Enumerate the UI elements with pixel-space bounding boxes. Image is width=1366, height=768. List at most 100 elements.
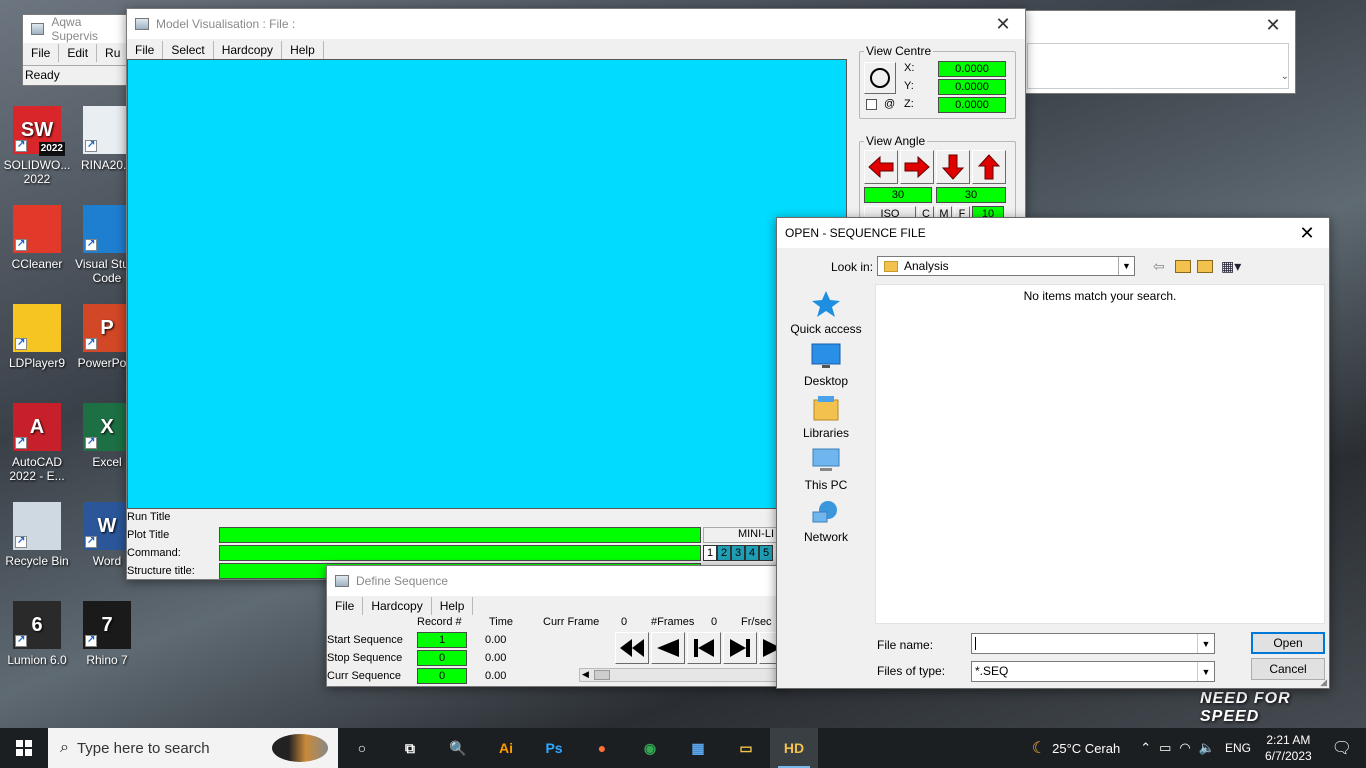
sequence-record-field[interactable]: 1 [417,632,467,648]
hockey-doodle-icon[interactable] [272,734,328,762]
rotate-left-arrow-icon[interactable] [864,150,898,184]
rotate-up-arrow-icon[interactable] [972,150,1006,184]
rewind-icon[interactable] [615,632,649,664]
photoshop-icon[interactable]: Ps [530,728,578,768]
up-folder-icon[interactable] [1175,260,1191,273]
sequence-titlebar[interactable]: Define Sequence [327,566,785,596]
menu-ru[interactable]: Ru [97,44,130,62]
frame-scrollbar[interactable]: ◀ [579,668,785,682]
define-sequence-window: Define Sequence File Hardcopy Help Record … [326,565,786,687]
x-value[interactable]: 0.0000 [938,61,1006,77]
close-icon[interactable]: ✕ [1285,218,1329,248]
weather-text[interactable]: 25°C Cerah [1052,741,1120,756]
menu-help[interactable]: Help [432,597,474,615]
file-type-select[interactable]: *.SEQ ▼ [971,661,1215,682]
place-label: Desktop [803,374,849,388]
back-arrow-icon[interactable]: ⇦ [1153,258,1165,275]
desktop-icon-lumion[interactable]: 6 Lumion 6.0 [0,601,74,667]
search-app-icon[interactable]: 🔍 [434,728,482,768]
volume-icon[interactable]: 🔈 [1199,740,1215,756]
scroll-thumb[interactable] [594,670,610,680]
menu-help[interactable]: Help [282,41,324,59]
command-field[interactable] [219,545,701,561]
file-explorer-icon[interactable]: ▭ [722,728,770,768]
menu-file[interactable]: File [127,41,164,59]
chrome-icon[interactable]: ◉ [626,728,674,768]
sequence-record-field[interactable]: 0 [417,650,467,666]
this-pc-icon [810,446,842,474]
desktop-icon-solidworks[interactable]: SW2022SOLIDWO... 2022 [0,106,74,186]
view-menu-icon[interactable]: ▦▾ [1221,258,1241,275]
desktop-icon-ccleaner[interactable]: CCleaner [0,205,74,271]
menu-file[interactable]: File [327,597,364,615]
window-title: Model Visualisation : File : [156,17,296,31]
place-network[interactable]: Network [786,498,866,544]
y-value[interactable]: 0.0000 [938,79,1006,95]
mini-tab-2[interactable]: 2 [717,545,731,561]
mini-tab-1[interactable]: 1 [703,545,717,561]
step-back-icon[interactable] [687,632,721,664]
scroll-left-icon[interactable]: ◀ [582,669,589,680]
menu-select[interactable]: Select [163,41,214,59]
chevron-down-icon[interactable]: ▼ [1118,257,1134,275]
cortana-icon[interactable]: ○ [338,728,386,768]
rotate-down-arrow-icon[interactable] [936,150,970,184]
model-titlebar[interactable]: Model Visualisation : File : [127,9,1025,39]
windows-start-icon[interactable] [0,728,48,768]
illustrator-icon[interactable]: Ai [482,728,530,768]
place-libraries[interactable]: Libraries [786,394,866,440]
look-in-select[interactable]: Analysis ▼ [877,256,1135,276]
mini-tab-3[interactable]: 3 [731,545,745,561]
taskbar-search-box[interactable]: ⌕ Type here to search [48,728,338,768]
chevron-down-icon[interactable]: ▼ [1197,662,1214,681]
store-icon[interactable]: ▦ [674,728,722,768]
desktop-icon-label: CCleaner [11,257,63,271]
desktop-icon-autocad[interactable]: A AutoCAD 2022 - E... [0,403,74,483]
close-icon[interactable]: ✕ [981,9,1025,39]
chevron-down-icon[interactable]: ▼ [1197,634,1214,653]
libraries-icon [810,394,842,422]
menu-hardcopy[interactable]: Hardcopy [214,41,283,59]
desktop-icon-rhino[interactable]: 7 Rhino 7 [70,601,144,667]
sequence-record-field[interactable]: 0 [417,668,467,684]
mini-tab-4[interactable]: 4 [745,545,759,561]
angle-value-2[interactable]: 30 [936,187,1006,203]
open-button[interactable]: Open [1251,632,1325,654]
place-this-pc[interactable]: This PC [786,446,866,492]
task-view-icon[interactable]: ⧉ [386,728,434,768]
desktop-icon-ldplayer[interactable]: LDPlayer9 [0,304,74,370]
place-quick-access[interactable]: Quick access [786,290,866,336]
firefox-icon[interactable]: ● [578,728,626,768]
close-icon[interactable]: ✕ [1251,11,1295,39]
chevron-up-icon[interactable]: ⌃ [1140,740,1151,756]
wifi-icon[interactable]: ◠ [1179,740,1190,756]
step-forward-icon[interactable] [723,632,757,664]
menu-file[interactable]: File [23,44,60,62]
battery-icon[interactable]: ▭ [1159,740,1171,756]
place-desktop[interactable]: Desktop [786,342,866,388]
scroll-down-icon[interactable]: ⌄ [1281,71,1289,82]
lock-checkbox[interactable] [866,99,877,110]
clock[interactable]: 2:21 AM 6/7/2023 [1265,732,1312,764]
circle-icon[interactable] [864,62,896,94]
notification-icon[interactable]: 🗨 [1332,738,1352,758]
z-value[interactable]: 0.0000 [938,97,1006,113]
new-folder-icon[interactable] [1197,260,1213,273]
model-canvas[interactable] [127,59,847,509]
menu-edit[interactable]: Edit [59,44,98,62]
cancel-button[interactable]: Cancel [1251,658,1325,680]
angle-value-1[interactable]: 30 [864,187,932,203]
desktop-icon [810,342,842,370]
file-name-input[interactable]: ▼ [971,633,1215,654]
desktop-icon-recycle-bin[interactable]: Recycle Bin [0,502,74,568]
mini-tab-5[interactable]: 5 [759,545,773,561]
menu-hardcopy[interactable]: Hardcopy [363,597,432,615]
aqwa-titlebar[interactable]: Aqwa Supervis [23,15,127,43]
dialog-titlebar[interactable]: OPEN - SEQUENCE FILE [777,218,1329,248]
resize-grip-icon[interactable]: ◢ [1320,677,1327,688]
rotate-right-arrow-icon[interactable] [900,150,934,184]
play-backward-icon[interactable] [651,632,685,664]
aqwa-hd-icon[interactable]: HD [770,728,818,768]
file-list[interactable]: No items match your search. [875,284,1325,624]
language-indicator[interactable]: ENG [1225,741,1251,755]
